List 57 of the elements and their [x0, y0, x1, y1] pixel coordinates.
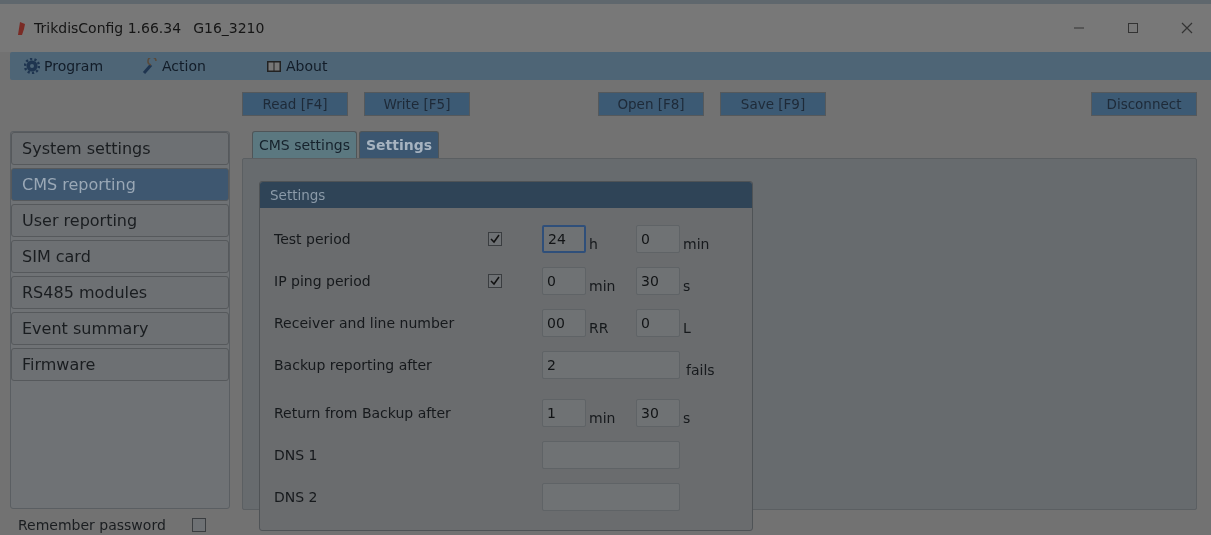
sidebar-item[interactable]: RS485 modules [11, 276, 229, 309]
checkbox[interactable] [488, 274, 502, 288]
toolbar-button[interactable]: Read [F4] [242, 92, 348, 116]
unit-label: L [682, 319, 692, 336]
input-field[interactable]: 30 [636, 267, 680, 295]
sidebar-item[interactable]: Firmware [11, 348, 229, 381]
input-field[interactable]: 0 [542, 267, 586, 295]
menu-item[interactable]: Program [24, 58, 128, 74]
unit-label: fails [685, 361, 715, 378]
unit-label: s [682, 409, 692, 426]
unit-label: RR [588, 319, 610, 336]
input-field[interactable]: 30 [636, 399, 680, 427]
input-field[interactable]: 24 [542, 225, 586, 253]
sidebar-item[interactable]: System settings [11, 132, 229, 165]
unit-label: min [588, 277, 617, 294]
remember-password-checkbox[interactable] [191, 518, 206, 532]
unit-label: min [682, 235, 711, 252]
book-icon [266, 58, 282, 74]
toolbar-button[interactable]: Save [F9] [720, 92, 826, 116]
tab[interactable]: CMS settings [252, 131, 358, 158]
window-title: TrikdisConfig 1.66.34 [34, 20, 182, 36]
device-name: G16_3210 [193, 20, 265, 36]
input-field[interactable]: 1 [542, 399, 586, 427]
gear-icon [24, 58, 40, 74]
close-icon[interactable] [1181, 22, 1193, 34]
setting-label: Receiver and line number [274, 315, 456, 331]
app-logo-icon [16, 21, 26, 35]
checkbox[interactable] [488, 232, 502, 246]
setting-label: Backup reporting after [274, 357, 433, 373]
wrench-icon [142, 58, 158, 74]
checkmark-icon [489, 275, 501, 287]
unit-label: min [588, 409, 617, 426]
sidebar-item[interactable]: User reporting [11, 204, 229, 237]
toolbar-button[interactable]: Disconnect [1091, 92, 1197, 116]
remember-password-label: Remember password [18, 517, 166, 533]
setting-label: IP ping period [274, 273, 372, 289]
menu-item[interactable]: Action [142, 58, 252, 74]
checkmark-icon [489, 233, 501, 245]
setting-label: Return from Backup after [274, 405, 452, 421]
sidebar-item[interactable]: Event summary [11, 312, 229, 345]
tab[interactable]: Settings [359, 131, 440, 158]
input-field[interactable]: 0 [636, 309, 680, 337]
toolbar-button[interactable]: Write [F5] [364, 92, 470, 116]
setting-label: Test period [274, 231, 352, 247]
sidebar-item[interactable]: CMS reporting [11, 168, 229, 201]
input-field[interactable]: 00 [542, 309, 586, 337]
maximize-icon[interactable] [1127, 22, 1139, 34]
setting-label: DNS 2 [274, 489, 319, 505]
toolbar-button[interactable]: Open [F8] [598, 92, 704, 116]
setting-label: DNS 1 [274, 447, 319, 463]
sidebar-item[interactable]: SIM card [11, 240, 229, 273]
group-title: Settings [260, 182, 752, 208]
unit-label: h [588, 235, 599, 252]
input-field[interactable]: 0 [636, 225, 680, 253]
menu-item[interactable]: About [266, 58, 376, 74]
unit-label: s [682, 277, 692, 294]
input-field[interactable]: 2 [542, 351, 680, 379]
